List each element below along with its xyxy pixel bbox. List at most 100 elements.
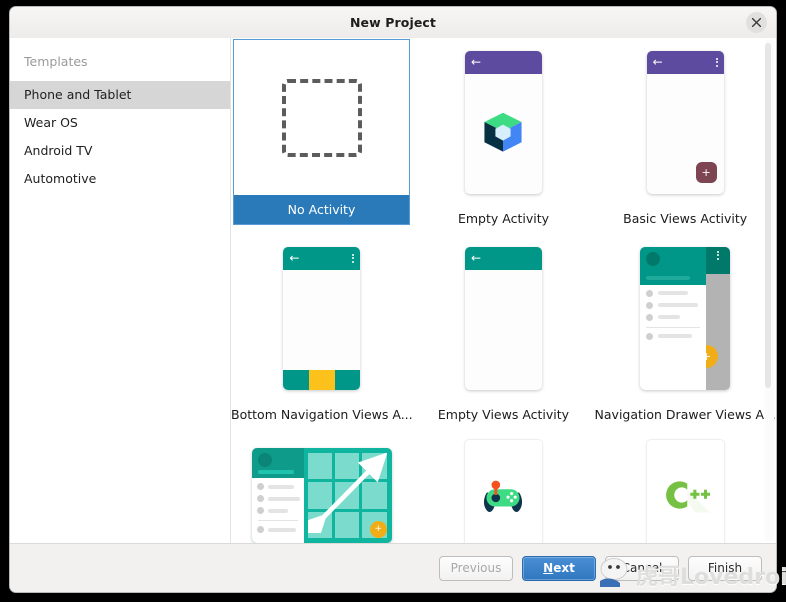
basic-views-thumbnail: ← + <box>594 38 776 204</box>
back-arrow-icon: ← <box>471 56 481 68</box>
app-bar-right <box>706 247 730 274</box>
overflow-menu-icon <box>717 251 719 260</box>
dialog-footer: Previous Next Cancel Finish <box>10 543 776 592</box>
template-card-navigation-drawer-views-activity[interactable]: + <box>594 234 776 430</box>
back-arrow-icon: ← <box>289 252 299 264</box>
new-project-dialog: New Project Templates Phone and Tablet W… <box>10 7 776 592</box>
jetpack-compose-cube-icon <box>476 106 530 160</box>
cancel-button[interactable]: Cancel <box>605 556 679 581</box>
template-grid-area: No Activity ← <box>231 38 776 543</box>
template-card-game-activity[interactable]: Game Activity <box>413 430 595 543</box>
avatar <box>646 252 660 266</box>
cpp-logo-icon <box>658 473 712 517</box>
bottom-nav-segment-active <box>309 370 335 390</box>
avatar <box>258 453 272 467</box>
next-button-mnemonic: N <box>543 561 553 575</box>
dashed-placeholder-icon <box>282 79 362 157</box>
template-label-empty-views-activity: Empty Views Activity <box>438 400 569 430</box>
finish-button[interactable]: Finish <box>688 556 762 581</box>
template-label-basic-views-activity: Basic Views Activity <box>623 204 747 234</box>
template-card-bottom-navigation-views-activity[interactable]: ← Bottom Navigation Views A... <box>231 234 413 430</box>
list-item <box>640 309 706 321</box>
list-item <box>252 490 304 502</box>
template-label-empty-activity: Empty Activity <box>458 204 549 234</box>
template-grid-scrollbar-thumb[interactable] <box>765 43 771 388</box>
sidebar-header: Templates <box>10 50 230 81</box>
no-activity-thumbnail <box>234 40 409 195</box>
navigation-drawer-icon: + <box>640 247 730 390</box>
responsive-grid-icon: + <box>252 448 392 543</box>
list-bullet-icon <box>257 495 264 502</box>
list-item <box>252 502 304 514</box>
screen: New Project Templates Phone and Tablet W… <box>0 0 786 602</box>
phone-mock: ← <box>465 51 542 194</box>
list-item <box>252 478 304 490</box>
phone-mock: ← <box>465 247 542 390</box>
overflow-menu-icon <box>352 254 354 263</box>
list-bullet-icon <box>646 302 653 309</box>
template-card-native-cpp[interactable]: Native C++ <box>594 430 776 543</box>
previous-button[interactable]: Previous <box>439 556 513 581</box>
template-card-empty-activity[interactable]: ← <box>413 38 595 234</box>
drawer-header <box>640 247 706 285</box>
list-item <box>640 328 706 340</box>
floating-action-button-icon: + <box>370 521 387 538</box>
template-grid-scrollbar-track[interactable] <box>765 40 774 541</box>
list-bullet-icon <box>646 290 653 297</box>
card-surface <box>465 440 542 543</box>
sidebar-item-phone-and-tablet[interactable]: Phone and Tablet <box>10 81 230 109</box>
template-label-bottom-navigation-views-activity: Bottom Navigation Views A... <box>231 400 413 430</box>
sidebar-item-automotive[interactable]: Automotive <box>10 165 230 193</box>
next-button[interactable]: Next <box>522 556 596 581</box>
template-label-no-activity: No Activity <box>234 195 409 224</box>
close-icon <box>751 17 762 28</box>
dialog-title: New Project <box>350 15 436 30</box>
template-card-basic-views-activity[interactable]: ← + Basic Views Activity <box>594 38 776 234</box>
list-bullet-icon <box>257 526 264 533</box>
drawer-panel <box>252 448 304 543</box>
drawer-header <box>252 448 304 478</box>
template-label-navigation-drawer-views-activity: Navigation Drawer Views A... <box>595 400 776 430</box>
floating-action-button-icon: + <box>696 162 717 183</box>
template-card-responsive-views-activity[interactable]: + Responsive Views Activity <box>231 430 413 543</box>
card-surface <box>647 440 724 543</box>
list-item <box>252 521 304 533</box>
empty-activity-thumbnail: ← <box>413 38 595 204</box>
back-arrow-icon: ← <box>653 56 663 68</box>
app-bar: ← <box>465 247 542 270</box>
drawer-subtitle-placeholder <box>258 470 294 474</box>
selected-card-frame: No Activity <box>233 39 410 225</box>
sidebar-item-wear-os[interactable]: Wear OS <box>10 109 230 137</box>
phone-mock: ← <box>283 247 360 390</box>
game-activity-thumbnail <box>413 430 595 543</box>
navigation-drawer-thumbnail: + <box>594 234 776 400</box>
template-card-empty-views-activity[interactable]: ← Empty Views Activity <box>413 234 595 430</box>
drawer-subtitle-placeholder <box>646 276 690 280</box>
responsive-views-thumbnail: + <box>231 430 413 543</box>
bottom-nav-segment <box>283 370 309 390</box>
list-bullet-icon <box>646 333 653 340</box>
phone-mock: ← + <box>647 51 724 194</box>
gamepad-icon <box>480 476 526 514</box>
close-button[interactable] <box>746 12 767 33</box>
bottom-navigation-bar-icon <box>283 370 360 390</box>
bottom-nav-segment <box>335 370 361 390</box>
native-cpp-thumbnail <box>594 430 776 543</box>
app-bar: ← <box>465 51 542 74</box>
bottom-navigation-thumbnail: ← <box>231 234 413 400</box>
list-item <box>640 297 706 309</box>
sidebar-item-android-tv[interactable]: Android TV <box>10 137 230 165</box>
app-bar: ← <box>647 51 724 74</box>
list-bullet-icon <box>646 314 653 321</box>
back-arrow-icon: ← <box>471 252 481 264</box>
overflow-menu-icon <box>716 58 718 67</box>
template-card-no-activity[interactable]: No Activity <box>231 38 413 234</box>
next-button-label-rest: ext <box>553 561 575 575</box>
title-bar: New Project <box>10 7 776 39</box>
empty-views-thumbnail: ← <box>413 234 595 400</box>
app-bar: ← <box>283 247 360 270</box>
dialog-body: Templates Phone and Tablet Wear OS Andro… <box>10 38 776 543</box>
drawer-panel <box>640 247 706 390</box>
list-bullet-icon <box>257 483 264 490</box>
template-grid: No Activity ← <box>231 38 776 543</box>
